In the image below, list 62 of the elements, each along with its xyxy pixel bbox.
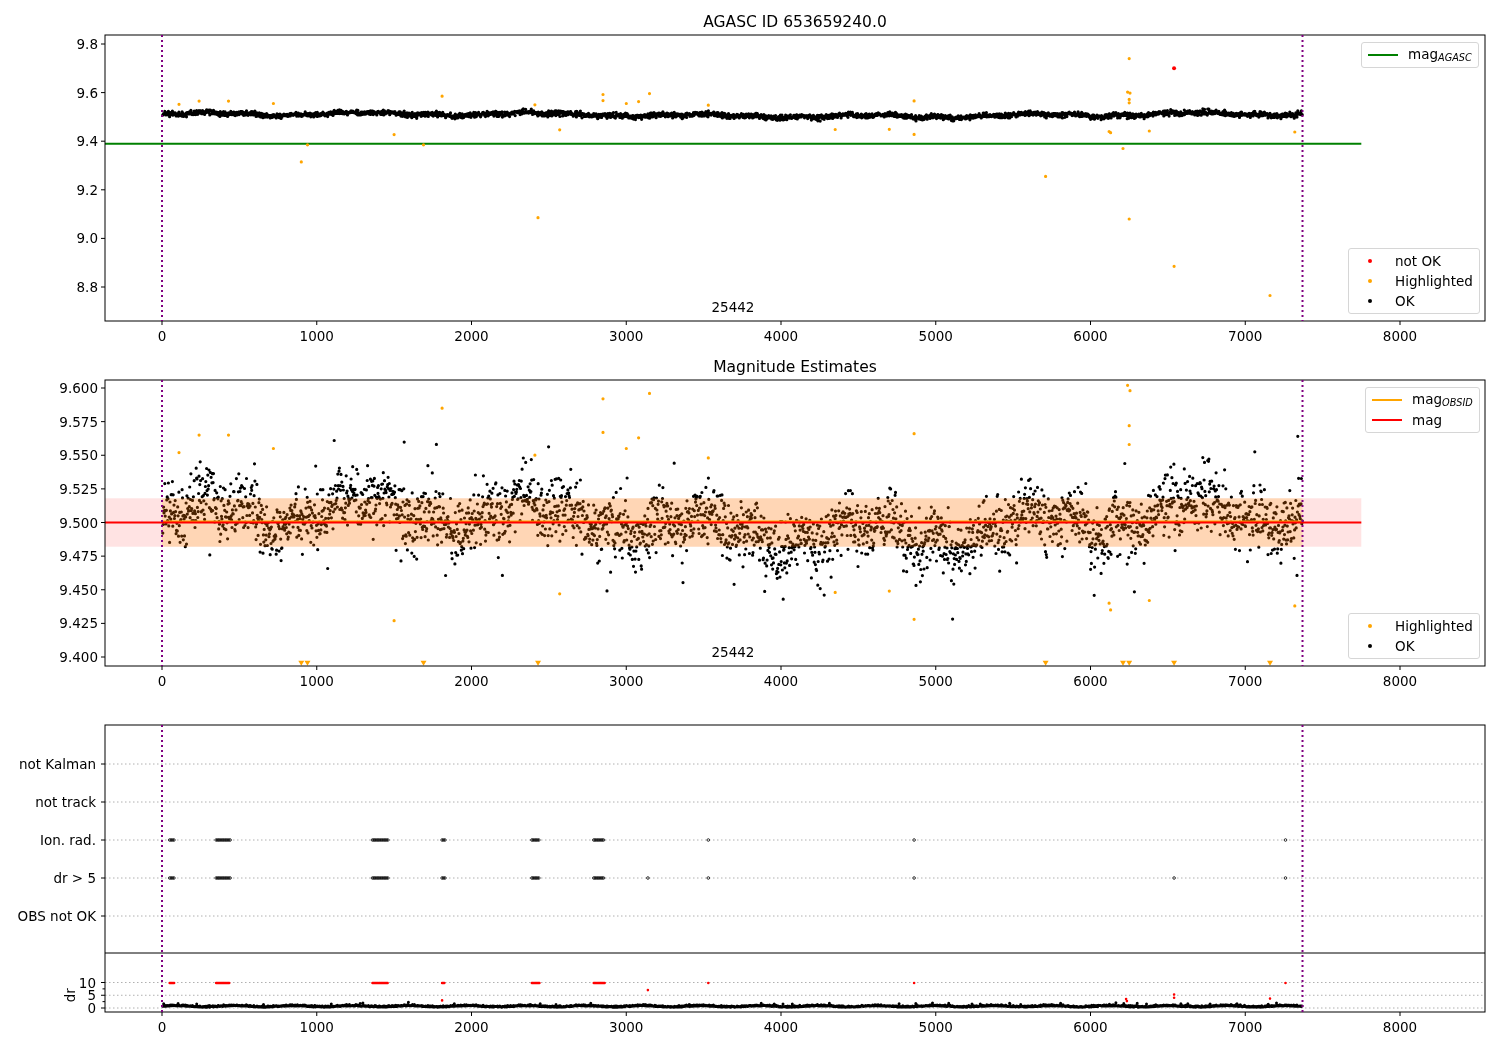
y-tick-label: 9.425	[59, 615, 98, 632]
x-tick-label: 8000	[1382, 328, 1418, 344]
y-tick-label: 9.500	[59, 514, 98, 531]
x-tick-label: 2000	[454, 328, 489, 344]
x-tick-label: 8000	[1382, 673, 1418, 689]
x-tick-label: 7000	[1228, 673, 1263, 689]
y-tick-label: 9.400	[59, 649, 98, 665]
y-tick-label: 9.4	[76, 133, 98, 150]
x-tick-label: 0	[157, 673, 167, 689]
run-annotation: 25442	[711, 299, 755, 315]
x-tick-label: 3000	[609, 1019, 644, 1035]
category-label: not Kalman	[18, 756, 96, 772]
x-tick-label: 0	[157, 328, 167, 344]
category-label: not track	[35, 794, 96, 810]
legend-label: not OK	[1395, 253, 1441, 269]
x-tick-label: 5000	[918, 328, 953, 344]
x-tick-label: 5000	[918, 673, 953, 689]
x-tick-label: 0	[157, 1019, 167, 1035]
x-tick-label: 1000	[299, 1019, 334, 1035]
run-annotation: 25442	[711, 644, 755, 660]
x-tick-label: 3000	[609, 328, 644, 344]
x-tick-label: 6000	[1073, 1019, 1108, 1035]
y-tick-label: 9.0	[76, 230, 98, 247]
y-tick-label: 9.600	[59, 380, 98, 396]
legend-label: mag$_{OBSID}$	[1412, 391, 1473, 409]
x-tick-label: 6000	[1073, 328, 1108, 344]
x-tick-label: 3000	[609, 673, 644, 689]
y-tick-label: 9.6	[76, 84, 98, 101]
plot-title: AGASC ID 653659240.0	[703, 13, 887, 31]
legend-label: OK	[1395, 293, 1415, 309]
not-ok-point	[1172, 66, 1177, 71]
legend-label: Highlighted	[1395, 273, 1473, 289]
x-tick-label: 7000	[1228, 328, 1263, 344]
category-label: dr > 5	[53, 870, 96, 886]
y-axis-label: dr	[62, 988, 78, 1003]
y-tick-label: 9.450	[59, 581, 98, 598]
x-tick-label: 2000	[454, 673, 489, 689]
x-tick-label: 1000	[299, 328, 334, 344]
y-tick-label: 9.2	[76, 181, 98, 198]
legend-label: Highlighted	[1395, 618, 1473, 634]
y-tick-label: 9.475	[59, 548, 98, 565]
y-tick-label: 9.8	[76, 36, 98, 52]
category-label: Ion. rad.	[39, 832, 96, 848]
y-tick-label: 8.8	[76, 279, 98, 295]
dr-axis-ticks	[100, 982, 106, 1009]
x-tick-label: 4000	[763, 328, 799, 344]
x-tick-label: 1000	[299, 673, 334, 689]
legend-label: OK	[1395, 638, 1415, 654]
y-tick-label: 9.550	[59, 447, 98, 464]
x-tick-label: 7000	[1228, 1019, 1263, 1035]
x-tick-label: 8000	[1382, 1019, 1418, 1035]
y-tick-label: 9.575	[59, 413, 98, 430]
legend-label: mag$_{AGASC}$	[1408, 46, 1472, 64]
plot-title: Magnitude Estimates	[713, 358, 877, 376]
legend-label: mag	[1412, 412, 1442, 428]
category-label: OBS not OK	[17, 908, 96, 924]
x-tick-label: 4000	[763, 673, 799, 689]
x-tick-label: 5000	[918, 1019, 953, 1035]
x-tick-label: 6000	[1073, 673, 1108, 689]
y-tick-label: 9.525	[59, 480, 98, 497]
x-tick-label: 4000	[763, 1019, 799, 1035]
x-tick-label: 2000	[454, 1019, 489, 1035]
